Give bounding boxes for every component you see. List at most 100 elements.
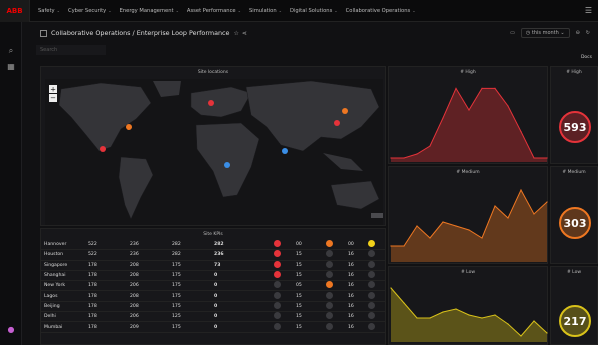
map-pin-eu[interactable] <box>208 100 214 106</box>
status-low-dot-icon <box>368 271 375 279</box>
world-map[interactable]: + − <box>41 67 387 227</box>
high-chart-panel: # High <box>388 66 548 164</box>
nav-item-6[interactable]: Collaborative Operations ⌄ <box>346 8 416 14</box>
map-pin-india[interactable] <box>282 148 288 154</box>
map-pin-japan[interactable] <box>342 108 348 114</box>
data-point <box>390 157 392 159</box>
status-high-dot-cell <box>274 260 296 270</box>
data-point <box>494 87 496 89</box>
abb-logo[interactable]: ABB <box>0 0 30 22</box>
refresh-icon[interactable]: ↻ <box>586 30 590 36</box>
status-medium-dot-cell <box>326 240 348 249</box>
table-cell-b: 208 <box>130 273 139 279</box>
table-cell-e: 15 <box>296 273 302 279</box>
high-chart-title: # High <box>460 70 476 75</box>
status-low-dot-cell <box>368 312 380 321</box>
status-high-dot-icon <box>274 260 281 268</box>
table-row[interactable]: Beijing 178 208 175 0 15 16 <box>40 301 386 313</box>
status-low-dot-cell <box>368 240 380 249</box>
map-pin-us-west[interactable] <box>100 146 106 152</box>
star-icon[interactable]: ☆ <box>233 30 238 37</box>
table-cell-c: 175 <box>172 293 181 299</box>
table-cell-d: 0 <box>214 303 218 309</box>
status-high-dot-cell <box>274 271 296 280</box>
medium-chart-panel: # Medium <box>388 166 548 264</box>
table-cell-site: Lagos <box>44 293 58 299</box>
table-cell-f: 16 <box>348 252 354 258</box>
table-cell-c: 175 <box>172 303 181 309</box>
time-range-picker[interactable]: ◷ this month ⌄ <box>520 28 570 38</box>
nav-item-label: Energy Management <box>119 7 174 14</box>
table-cell-site: Shanghai <box>44 273 66 279</box>
chevron-down-icon: ⌄ <box>334 8 338 13</box>
table-cell-b: 208 <box>130 303 139 309</box>
medium-area-chart[interactable] <box>390 178 548 264</box>
table-cell-e: 15 <box>296 314 302 320</box>
table-cell-e: 15 <box>296 293 302 299</box>
nav-item-1[interactable]: Cyber Security ⌄ <box>68 8 112 14</box>
table-cell-f: 00 <box>348 242 354 248</box>
data-point <box>507 217 509 219</box>
table-cell-c: 282 <box>172 252 181 258</box>
table-row[interactable]: Houston 522 236 282 236 15 16 <box>40 250 386 261</box>
map-pin-africa[interactable] <box>224 162 230 168</box>
nav-item-5[interactable]: Digital Solutions ⌄ <box>290 8 338 14</box>
docs-link[interactable]: Docs <box>581 55 592 60</box>
data-point <box>390 245 392 247</box>
nav-item-0[interactable]: Safety ⌄ <box>38 8 60 14</box>
status-high-dot-cell <box>274 322 296 332</box>
map-pin-us-east[interactable] <box>126 124 132 130</box>
map-pin-china[interactable] <box>334 120 340 126</box>
status-low-dot-cell <box>368 260 380 270</box>
table-cell-b: 206 <box>130 283 139 289</box>
status-high-dot-icon <box>274 250 281 258</box>
table-cell-a: 178 <box>88 273 97 279</box>
table-row[interactable]: Delhi 178 206 125 0 15 16 <box>40 312 386 323</box>
user-avatar-icon[interactable]: ● <box>6 325 16 335</box>
dashboard-header: Collaborative Operations / Enterprise Lo… <box>22 22 598 44</box>
chevron-down-icon: ⌄ <box>108 8 112 13</box>
status-low-dot-cell <box>368 291 380 301</box>
status-medium-dot-icon <box>326 322 333 330</box>
area-fill <box>391 88 547 162</box>
table-cell-d: 0 <box>214 293 218 299</box>
table-cell-e: 00 <box>296 242 302 248</box>
zoom-out-icon[interactable]: ⊖ <box>576 30 580 36</box>
data-point <box>442 221 444 223</box>
table-row[interactable]: Singapore 178 208 175 73 15 16 <box>40 260 386 271</box>
dashboards-icon[interactable]: ▦ <box>6 62 16 72</box>
search-icon[interactable]: ⌕ <box>6 46 16 56</box>
share-icon[interactable]: ⋖ <box>242 30 247 37</box>
search-input[interactable]: Search <box>36 45 106 55</box>
nav-item-label: Collaborative Operations <box>345 7 411 14</box>
table-cell-e: 15 <box>296 303 302 309</box>
chevron-down-icon: ⌄ <box>175 8 179 13</box>
table-cell-b: 209 <box>130 324 139 330</box>
low-area-chart[interactable] <box>390 278 548 344</box>
table-row[interactable]: New York 178 206 175 0 05 16 <box>40 281 386 292</box>
table-cell-b: 208 <box>130 293 139 299</box>
data-point <box>494 205 496 207</box>
high-area-chart[interactable] <box>390 78 548 164</box>
nav-item-2[interactable]: Energy Management ⌄ <box>120 8 179 14</box>
site-kpi-table: Hannover 522 236 282 282 00 00 Houston 522 236 282… <box>40 240 386 333</box>
table-row[interactable]: Hannover 522 236 282 282 00 00 <box>40 240 386 251</box>
status-medium-dot-icon <box>326 250 333 258</box>
status-high-dot-cell <box>274 240 296 249</box>
table-row[interactable]: Shanghai 178 208 175 0 15 16 <box>40 271 386 282</box>
table-row[interactable]: Mumbai 178 209 175 0 15 16 <box>40 322 386 333</box>
status-high-dot-cell <box>274 281 296 290</box>
table-cell-c: 175 <box>172 324 181 330</box>
table-cell-a: 178 <box>88 283 97 289</box>
high-metric-title: # High <box>566 70 582 75</box>
data-point <box>455 225 457 227</box>
table-row[interactable]: Lagos 178 208 175 0 15 16 <box>40 291 386 302</box>
table-cell-c: 175 <box>172 262 181 268</box>
data-point <box>442 311 444 313</box>
table-cell-f: 16 <box>348 283 354 289</box>
nav-item-3[interactable]: Asset Performance ⌄ <box>187 8 241 14</box>
tv-mode-icon[interactable]: ▭ <box>510 30 515 36</box>
data-point <box>390 287 392 289</box>
menu-icon[interactable]: ☰ <box>585 6 592 15</box>
nav-item-4[interactable]: Simulation ⌄ <box>249 8 282 14</box>
